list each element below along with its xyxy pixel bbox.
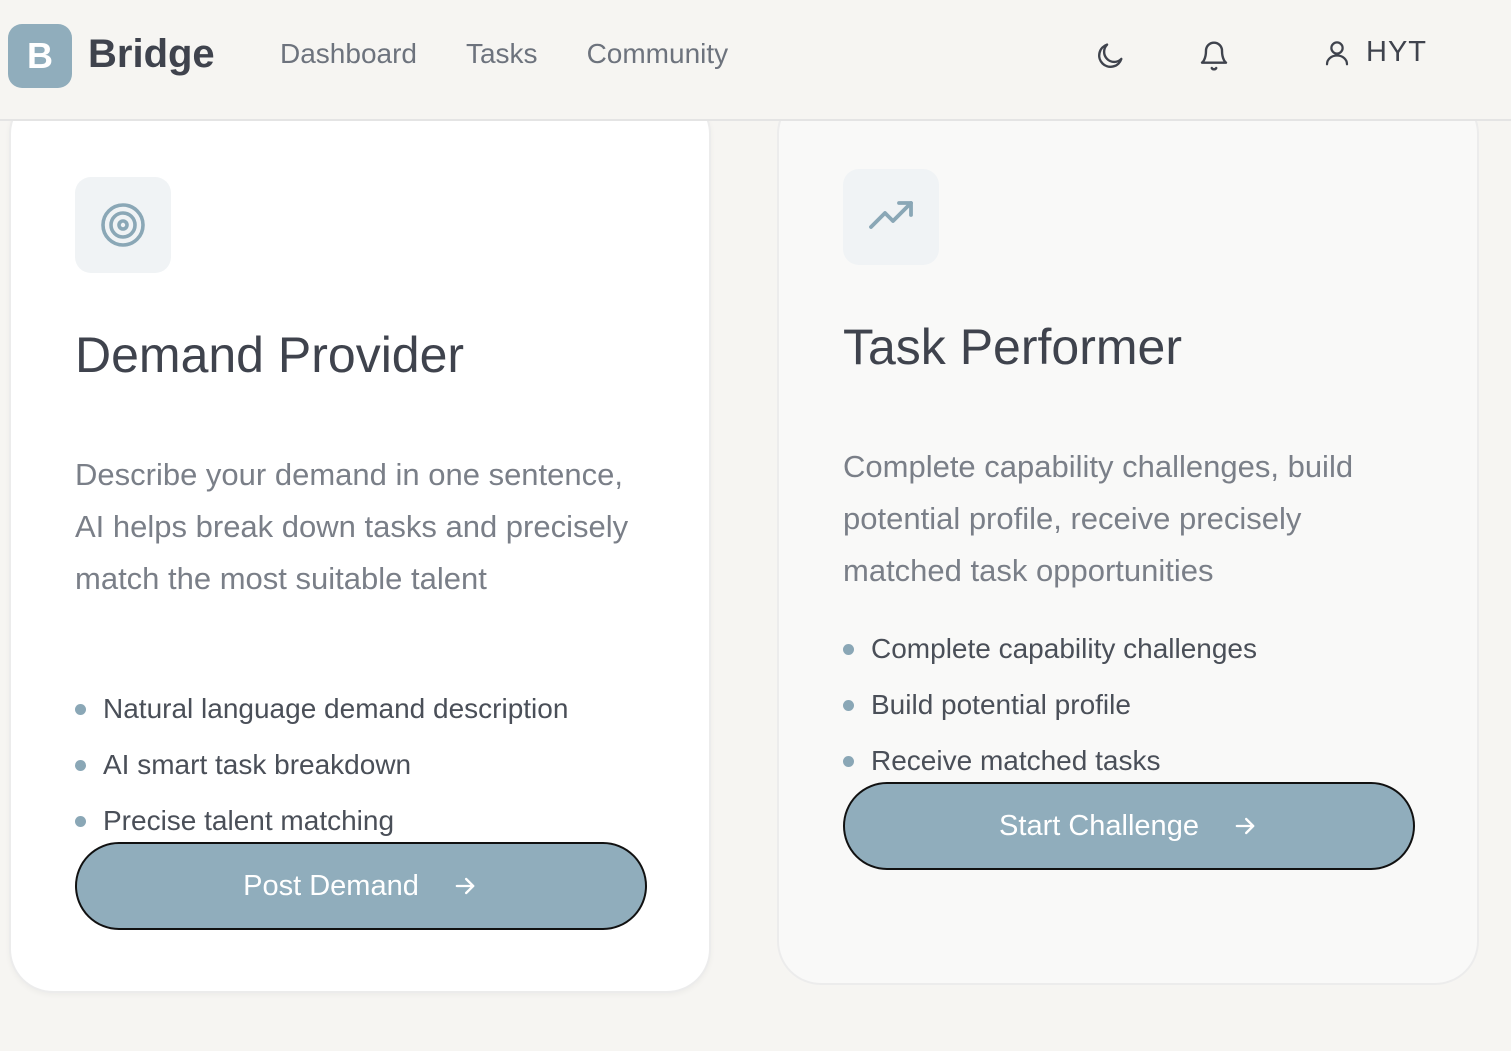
button-label: Start Challenge — [999, 809, 1199, 842]
card-description: Describe your demand in one sentence, AI… — [75, 457, 629, 596]
user-name: HYT — [1366, 36, 1427, 68]
notifications-button[interactable] — [1197, 38, 1231, 74]
feature-list: Natural language demand description AI s… — [75, 681, 568, 849]
button-label: Post Demand — [243, 869, 419, 902]
nav-dashboard[interactable]: Dashboard — [280, 38, 417, 70]
arrow-right-icon — [455, 877, 475, 895]
demand-provider-card[interactable]: Demand Provider Describe your demand in … — [9, 90, 711, 993]
list-item: Build potential profile — [843, 677, 1257, 733]
list-item: Receive matched tasks — [843, 733, 1257, 789]
post-demand-button[interactable]: Post Demand — [75, 842, 647, 930]
list-item: Precise talent matching — [75, 793, 568, 849]
bullet-icon — [75, 815, 86, 827]
list-item: AI smart task breakdown — [75, 737, 568, 793]
task-performer-card[interactable]: Task Performer Complete capability chall… — [777, 90, 1479, 985]
target-icon — [75, 177, 171, 273]
card-title: Task Performer — [843, 319, 1182, 375]
moon-icon — [1098, 43, 1123, 68]
nav-community[interactable]: Community — [587, 38, 729, 70]
logo-icon[interactable]: B — [8, 24, 72, 88]
feature-list: Complete capability challenges Build pot… — [843, 621, 1257, 789]
nav-tasks[interactable]: Tasks — [466, 38, 538, 70]
bullet-icon — [75, 703, 86, 715]
user-menu[interactable]: HYT — [1322, 36, 1427, 69]
arrow-right-icon — [1235, 817, 1255, 835]
bullet-icon — [75, 759, 86, 771]
theme-toggle-button[interactable] — [1093, 38, 1127, 74]
main-nav: Dashboard Tasks Community — [280, 38, 728, 70]
bell-icon — [1200, 41, 1228, 71]
card-title: Demand Provider — [75, 327, 465, 383]
card-description: Complete capability challenges, build po… — [843, 449, 1354, 588]
brand-name[interactable]: Bridge — [88, 32, 215, 77]
list-item: Complete capability challenges — [843, 621, 1257, 677]
bullet-icon — [843, 699, 854, 711]
bullet-icon — [843, 755, 854, 767]
bullet-icon — [843, 643, 854, 655]
trending-up-icon — [843, 169, 939, 265]
list-item: Natural language demand description — [75, 681, 568, 737]
user-icon — [1325, 40, 1349, 65]
top-navigation-bar: B Bridge Dashboard Tasks Community HYT — [0, 0, 1511, 121]
start-challenge-button[interactable]: Start Challenge — [843, 782, 1415, 870]
